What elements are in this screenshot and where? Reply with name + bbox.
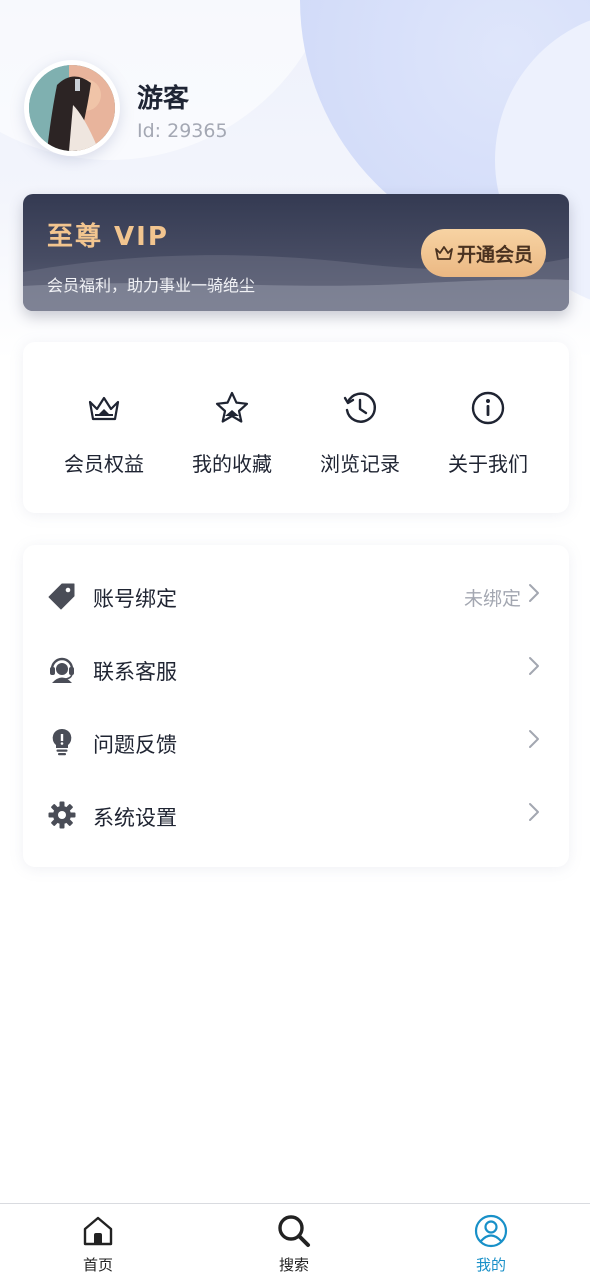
home-icon [83, 1216, 113, 1246]
chevron-right-icon [529, 803, 539, 821]
customer-service-icon [50, 657, 74, 683]
quick-action-label: 关于我们 [448, 452, 528, 476]
nav-tab-label: 首页 [82, 1256, 113, 1274]
menu-item-label: 账号绑定 [93, 587, 177, 611]
menu-item-label: 问题反馈 [93, 733, 177, 757]
crown-icon [435, 246, 453, 260]
menu-item-feedback[interactable]: 问题反馈 [23, 713, 569, 773]
lightbulb-icon [52, 728, 72, 756]
quick-action-label: 浏览记录 [320, 452, 400, 476]
star-icon [215, 391, 249, 423]
menu-item-label: 联系客服 [93, 660, 177, 684]
history-clock-icon [343, 392, 376, 423]
avatar-image [29, 65, 115, 151]
open-membership-button[interactable]: 开通会员 [421, 229, 546, 277]
nav-tab-search[interactable]: 搜索 [234, 1204, 354, 1280]
user-icon [474, 1214, 508, 1248]
open-membership-label: 开通会员 [456, 243, 533, 266]
tag-icon [48, 583, 75, 610]
avatar[interactable] [24, 60, 120, 156]
search-icon [278, 1215, 310, 1247]
user-id: Id: 29365 [137, 120, 228, 142]
nav-tab-label: 搜索 [278, 1256, 309, 1274]
menu-item-customer-service[interactable]: 联系客服 [23, 640, 569, 700]
settings-menu-card: 账号绑定 未绑定 联系客服 问题反馈 系统设置 [23, 545, 569, 867]
nav-tab-label: 我的 [475, 1256, 506, 1274]
profile-page: 游客 Id: 29365 至尊 VIP 会员福利，助力事业一骑绝尘 开通会员 会… [0, 0, 590, 1280]
quick-action-label: 我的收藏 [192, 452, 272, 476]
menu-item-system-settings[interactable]: 系统设置 [23, 786, 569, 846]
chevron-right-icon [529, 657, 539, 675]
menu-item-account-binding[interactable]: 账号绑定 未绑定 [23, 567, 569, 627]
chevron-right-icon [529, 584, 539, 602]
crown-icon [88, 396, 120, 421]
quick-action-label: 会员权益 [64, 452, 144, 476]
nav-tab-home[interactable]: 首页 [38, 1204, 158, 1280]
vip-card[interactable]: 至尊 VIP 会员福利，助力事业一骑绝尘 开通会员 [23, 194, 569, 311]
menu-item-label: 系统设置 [93, 806, 177, 830]
info-icon [471, 391, 505, 425]
quick-action-history[interactable]: 浏览记录 [296, 342, 424, 513]
vip-subtitle: 会员福利，助力事业一骑绝尘 [47, 276, 256, 295]
nav-tab-mine[interactable]: 我的 [431, 1204, 551, 1280]
quick-action-about-us[interactable]: 关于我们 [424, 342, 552, 513]
quick-action-favorites[interactable]: 我的收藏 [168, 342, 296, 513]
vip-title: 至尊 VIP [47, 222, 169, 252]
bottom-navigation: 首页 搜索 我的 [0, 1203, 590, 1280]
menu-item-value: 未绑定 [463, 588, 521, 610]
quick-action-member-benefits[interactable]: 会员权益 [40, 342, 168, 513]
gear-icon [48, 801, 76, 829]
username: 游客 [137, 84, 190, 114]
quick-actions-card: 会员权益 我的收藏 浏览记录 关于我们 [23, 342, 569, 513]
chevron-right-icon [529, 730, 539, 748]
